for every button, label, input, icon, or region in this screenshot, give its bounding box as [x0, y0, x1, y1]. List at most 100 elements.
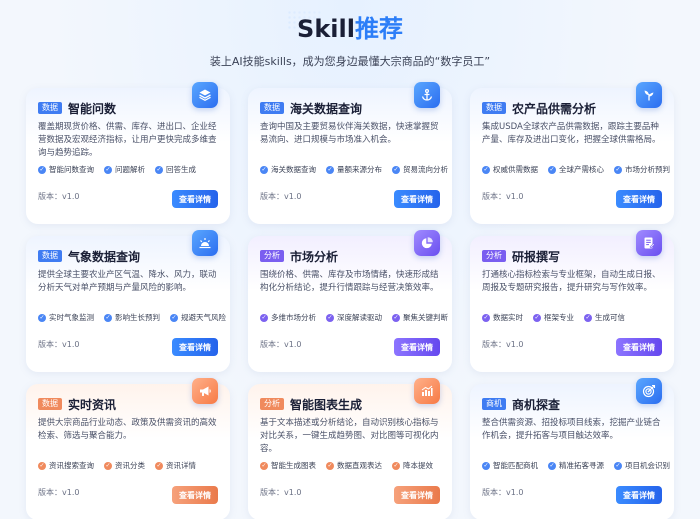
- check-icon: ✓: [392, 165, 400, 174]
- category-tag: 数据: [260, 102, 284, 114]
- card-header: 数据 智能问数: [38, 100, 116, 116]
- card-header: 数据 海关数据查询: [260, 100, 362, 116]
- card-title: 市场分析: [290, 249, 339, 264]
- feature-item: ✓ 问题解析: [104, 165, 145, 174]
- category-tag: 数据: [482, 102, 506, 114]
- card-description: 覆盖期现货价格、供需、库存、进出口、企业经营数据及宏观经济指标，让用户更快完成多…: [38, 122, 217, 158]
- view-details-button[interactable]: 查看详情: [394, 338, 440, 356]
- feature-item: ✓ 资讯分类: [104, 461, 145, 470]
- check-icon: ✓: [260, 461, 268, 470]
- feature-item: ✓ 项目机会识别: [614, 461, 670, 470]
- feature-item: ✓ 智能生成图表: [260, 461, 316, 470]
- feature-item: ✓ 多维市场分析: [260, 313, 316, 322]
- feature-item: ✓ 量额来源分布: [326, 165, 382, 174]
- view-details-button[interactable]: 查看详情: [172, 486, 218, 504]
- feature-item: ✓ 影响生长预判: [104, 313, 160, 322]
- feature-item: ✓ 智能匹配商机: [482, 461, 538, 470]
- feature-item: ✓ 数据直观表达: [326, 461, 382, 470]
- skill-card: 分析 智能图表生成 基于文本描述或分析结论，自动识别核心指标与对比关系，一键生成…: [248, 378, 452, 519]
- skill-card: 数据 海关数据查询 查询中国及主要贸易伙伴海关数据，快速掌握贸易流向、进口规模与…: [248, 82, 452, 224]
- card-description: 围绕价格、供需、库存及市场情绪，快速形成结构化分析结论，提升行情跟踪与经营决策效…: [260, 270, 439, 293]
- check-icon: ✓: [38, 165, 46, 174]
- feature-list: ✓ 海关数据查询 ✓ 量额来源分布 ✓ 贸易流向分析: [260, 164, 458, 175]
- check-icon: ✓: [38, 313, 46, 322]
- feature-list: ✓ 资讯搜索查询 ✓ 资讯分类 ✓ 资讯详情: [38, 460, 206, 471]
- card-title: 农产品供需分析: [512, 101, 597, 116]
- feature-item: ✓ 回答生成: [155, 165, 196, 174]
- feature-item: ✓ 精准拓客寻源: [548, 461, 604, 470]
- card-title: 气象数据查询: [68, 249, 141, 264]
- feature-list: ✓ 智能匹配商机 ✓ 精准拓客寻源 ✓ 项目机会识别: [482, 460, 680, 471]
- card-description: 打通核心指标检索与专业框架，自动生成日报、周报及专题研究报告，提升研究与写作效率…: [482, 270, 661, 293]
- category-tag: 数据: [38, 102, 62, 114]
- view-details-button[interactable]: 查看详情: [394, 190, 440, 208]
- feature-item: ✓ 海关数据查询: [260, 165, 316, 174]
- version-label: 版本：v1.0: [482, 340, 524, 349]
- page-title: Skill推荐: [287, 10, 403, 46]
- card-description: 集成USDA全球农产品供需数据，跟踪主要品种产量、库存及进出口变化，把握全球供需…: [482, 122, 661, 145]
- check-icon: ✓: [482, 165, 490, 174]
- skill-card: 数据 智能问数 覆盖期现货价格、供需、库存、进出口、企业经营数据及宏观经济指标，…: [26, 82, 230, 224]
- check-icon: ✓: [326, 461, 334, 470]
- card-title: 智能问数: [68, 101, 117, 116]
- view-details-button[interactable]: 查看详情: [616, 486, 662, 504]
- check-icon: ✓: [104, 313, 112, 322]
- bar-chart-icon: [414, 378, 440, 404]
- view-details-button[interactable]: 查看详情: [172, 190, 218, 208]
- skill-card: 商机 商机探查 整合供需资源、招投标项目线索，挖掘产业链合作机会，提升拓客与项目…: [470, 378, 674, 519]
- feature-item: ✓ 权威供需数据: [482, 165, 538, 174]
- category-tag: 数据: [38, 398, 62, 410]
- view-details-button[interactable]: 查看详情: [616, 190, 662, 208]
- category-tag: 分析: [482, 250, 506, 262]
- feature-list: ✓ 智能生成图表 ✓ 数据直观表达 ✓ 降本提效: [260, 460, 443, 471]
- card-header: 分析 智能图表生成: [260, 396, 362, 412]
- feature-item: ✓ 实时气象监测: [38, 313, 94, 322]
- feature-list: ✓ 权威供需数据 ✓ 全球产需核心 ✓ 市场分析预判: [482, 164, 680, 175]
- category-tag: 分析: [260, 398, 284, 410]
- card-description: 整合供需资源、招投标项目线索，挖掘产业链合作机会，提升拓客与项目触达效率。: [482, 418, 661, 441]
- skill-card: 数据 气象数据查询 提供全球主要农业产区气温、降水、风力，联动分析天气对单产预期…: [26, 230, 230, 372]
- view-details-button[interactable]: 查看详情: [394, 486, 440, 504]
- check-icon: ✓: [326, 313, 334, 322]
- feature-item: ✓ 降本提效: [392, 461, 433, 470]
- skill-card: 数据 农产品供需分析 集成USDA全球农产品供需数据，跟踪主要品种产量、库存及进…: [470, 82, 674, 224]
- document-edit-icon: [636, 230, 662, 256]
- card-header: 数据 气象数据查询: [38, 248, 140, 264]
- title-cn: 推荐: [354, 15, 403, 43]
- check-icon: ✓: [155, 461, 163, 470]
- feature-list: ✓ 数据实时 ✓ 框架专业 ✓ 生成可信: [482, 312, 635, 323]
- feature-item: ✓ 规避天气风险: [170, 313, 226, 322]
- skill-card: 分析 市场分析 围绕价格、供需、库存及市场情绪，快速形成结构化分析结论，提升行情…: [248, 230, 452, 372]
- card-header: 数据 实时资讯: [38, 396, 116, 412]
- check-icon: ✓: [260, 313, 268, 322]
- card-description: 基于文本描述或分析结论，自动识别核心指标与对比关系，一键生成趋势图、对比图等可视…: [260, 418, 439, 454]
- card-title: 智能图表生成: [290, 397, 363, 412]
- check-icon: ✓: [584, 313, 592, 322]
- view-details-button[interactable]: 查看详情: [616, 338, 662, 356]
- target-icon: [636, 378, 662, 404]
- category-tag: 商机: [482, 398, 506, 410]
- card-description: 提供大宗商品行业动态、政策及供需资讯的高效检索、筛选与聚合能力。: [38, 418, 217, 441]
- version-label: 版本：v1.0: [482, 192, 524, 201]
- check-icon: ✓: [614, 461, 622, 470]
- layers-icon: [192, 82, 218, 108]
- feature-item: ✓ 资讯搜索查询: [38, 461, 94, 470]
- feature-item: ✓ 智能问数查询: [38, 165, 94, 174]
- version-label: 版本：v1.0: [38, 488, 80, 497]
- page-header: Skill推荐 装上AI技能skills，成为您身边最懂大宗商品的“数字员工”: [0, 10, 700, 69]
- card-title: 海关数据查询: [290, 101, 363, 116]
- card-header: 商机 商机探查: [482, 396, 560, 412]
- version-label: 版本：v1.0: [38, 340, 80, 349]
- check-icon: ✓: [326, 165, 334, 174]
- feature-item: ✓ 全球产需核心: [548, 165, 604, 174]
- feature-item: ✓ 贸易流向分析: [392, 165, 448, 174]
- view-details-button[interactable]: 查看详情: [172, 338, 218, 356]
- skill-card: 数据 实时资讯 提供大宗商品行业动态、政策及供需资讯的高效检索、筛选与聚合能力。…: [26, 378, 230, 519]
- card-description: 查询中国及主要贸易伙伴海关数据，快速掌握贸易流向、进口规模与市场准入机会。: [260, 122, 439, 145]
- check-icon: ✓: [104, 461, 112, 470]
- check-icon: ✓: [260, 165, 268, 174]
- check-icon: ✓: [392, 461, 400, 470]
- card-title: 商机探查: [512, 397, 561, 412]
- feature-item: ✓ 市场分析预判: [614, 165, 670, 174]
- feature-item: ✓ 深度解读驱动: [326, 313, 382, 322]
